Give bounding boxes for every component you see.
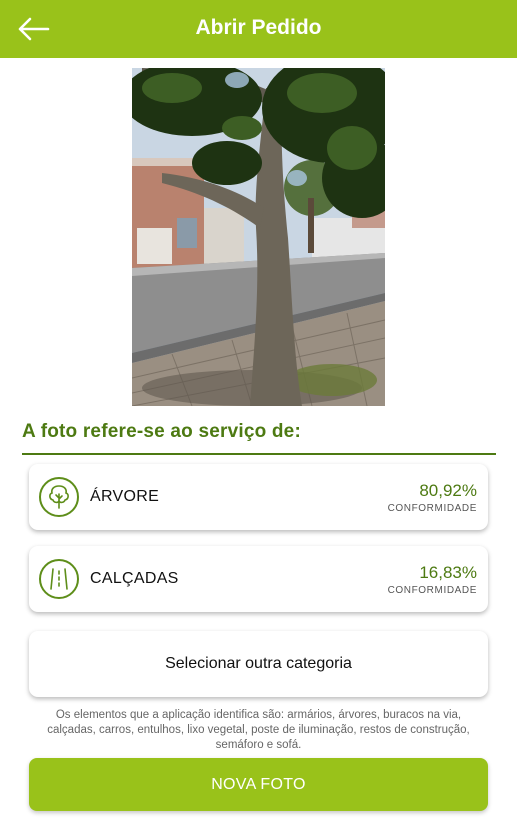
info-text: Os elementos que a aplicação identifica …: [47, 709, 470, 751]
select-other-category-button[interactable]: Selecionar outra categoria: [29, 631, 488, 697]
select-other-category-label: Selecionar outra categoria: [165, 655, 352, 672]
sidewalk-icon: [39, 559, 79, 599]
page-title: Abrir Pedido: [195, 16, 322, 39]
service-photo: [132, 68, 385, 406]
app-header: Abrir Pedido: [0, 0, 517, 58]
category-card-calcadas[interactable]: CALÇADAS 16,83% CONFORMIDADE: [29, 546, 488, 612]
conformity-percentage: 80,92%: [419, 481, 477, 500]
new-photo-button[interactable]: NOVA FOTO: [29, 758, 488, 811]
conformity-percentage: 16,83%: [419, 563, 477, 582]
category-label: CALÇADAS: [90, 570, 179, 587]
section-title: A foto refere-se ao serviço de:: [22, 421, 301, 442]
tree-icon: [39, 477, 79, 517]
category-label: ÁRVORE: [90, 488, 160, 505]
new-photo-label: NOVA FOTO: [211, 776, 306, 793]
divider: [22, 453, 496, 455]
conformity-label: CONFORMIDADE: [387, 503, 477, 514]
conformity-label: CONFORMIDADE: [387, 585, 477, 596]
category-card-arvore[interactable]: ÁRVORE 80,92% CONFORMIDADE: [29, 464, 488, 530]
